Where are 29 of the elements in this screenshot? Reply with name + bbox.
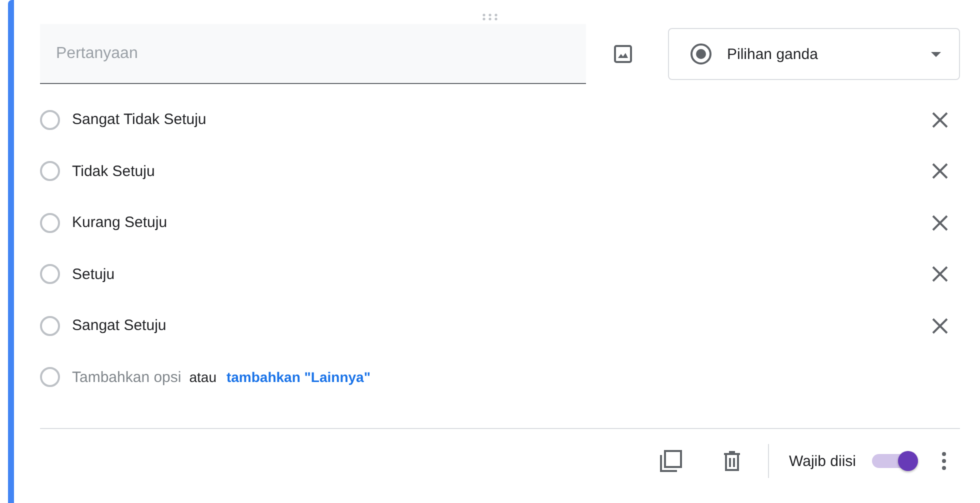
radio-button[interactable] xyxy=(40,212,60,233)
option-label: Setuju xyxy=(72,266,115,283)
question-field[interactable]: Pertanyaan xyxy=(40,24,586,84)
option-label: Kurang Setuju xyxy=(72,214,168,232)
required-label: Wajib diisi xyxy=(789,452,856,470)
trash-icon[interactable] xyxy=(724,451,740,471)
close-icon[interactable] xyxy=(932,318,948,334)
duplicate-icon[interactable] xyxy=(660,450,682,472)
close-icon[interactable] xyxy=(932,214,948,231)
close-icon[interactable] xyxy=(932,112,948,128)
drag-handle-icon[interactable] xyxy=(482,13,498,21)
add-other-link[interactable]: tambahkan "Lainnya" xyxy=(226,369,370,386)
radio-button[interactable] xyxy=(40,110,60,130)
add-option-text[interactable]: Tambahkan opsi xyxy=(72,368,182,386)
radio-button-icon xyxy=(689,42,713,66)
close-icon[interactable] xyxy=(932,163,948,180)
radio-button[interactable] xyxy=(40,316,60,336)
radio-button[interactable] xyxy=(40,161,60,182)
radio-button[interactable] xyxy=(40,264,60,284)
option-label: Sangat Tidak Setuju xyxy=(72,111,206,128)
question-type-dropdown[interactable]: Pilihan ganda xyxy=(668,28,960,80)
option-label: Tidak Setuju xyxy=(72,162,155,180)
dropdown-caret-icon xyxy=(931,52,941,56)
image-icon[interactable] xyxy=(614,45,632,63)
required-toggle[interactable] xyxy=(872,454,918,468)
option-label: Sangat Setuju xyxy=(72,317,166,334)
separator-text: atau xyxy=(189,369,216,386)
close-icon[interactable] xyxy=(932,266,948,282)
more-options-icon[interactable] xyxy=(942,452,946,470)
